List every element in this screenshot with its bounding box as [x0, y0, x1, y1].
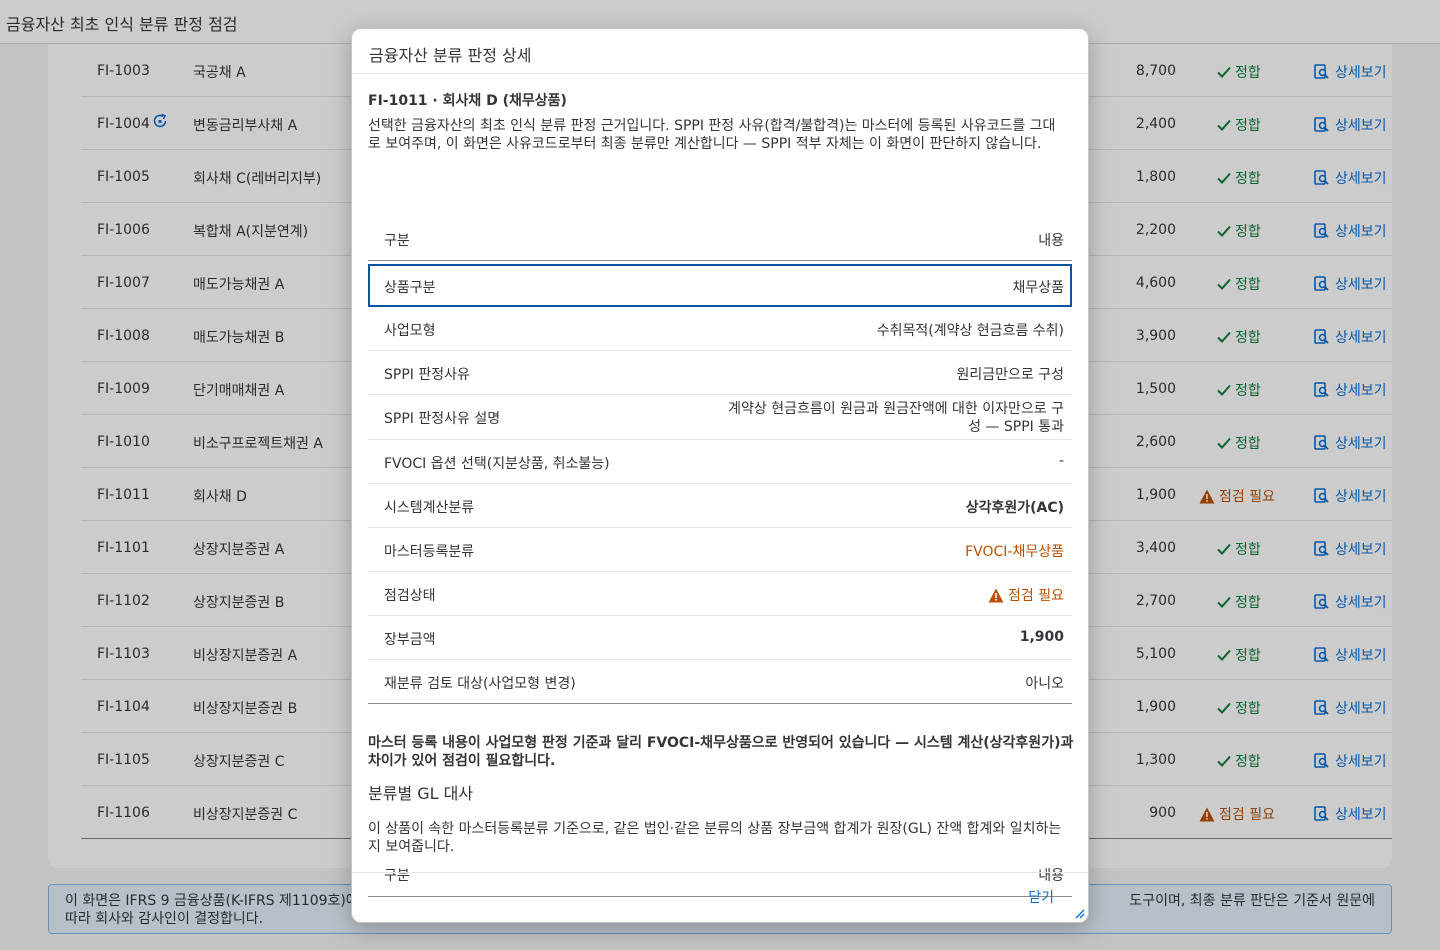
- detail-value: 수취목적(계약상 현금흐름 수취): [876, 323, 1064, 339]
- detail-row-product-type[interactable]: 상품구분 채무상품: [368, 264, 1072, 307]
- detail-header-value: 내용: [1038, 233, 1064, 249]
- detail-value: 상각후원가(AC): [965, 500, 1064, 516]
- dialog-title: 금융자산 분류 판정 상세: [369, 46, 532, 65]
- detail-key: SPPI 판정사유: [384, 367, 470, 383]
- dialog-footer: 닫기: [352, 872, 1088, 922]
- detail-value: 계약상 현금흐름이 원금과 원금잔액에 대한 이자만으로 구성 — SPPI 통…: [728, 401, 1064, 435]
- dialog-body[interactable]: FI-1011 · 회사채 D (채무상품) 선택한 금융자산의 최초 인식 분…: [352, 74, 1088, 902]
- mismatch-note: 마스터 등록 내용이 사업모형 판정 기준과 달리 FVOCI-채무상품으로 반…: [368, 735, 1074, 769]
- detail-row-business-model[interactable]: 사업모형 수취목적(계약상 현금흐름 수취): [368, 307, 1072, 351]
- detail-table: 구분 내용 상품구분 채무상품 사업모형 수취목적(계약상 현금흐름 수취) S…: [368, 217, 1072, 704]
- detail-key: 사업모형: [384, 323, 436, 339]
- detail-row-reclass-target[interactable]: 재분류 검토 대상(사업모형 변경) 아니오: [368, 660, 1072, 704]
- detail-value: FVOCI-채무상품: [965, 544, 1064, 560]
- detail-value: -: [1058, 453, 1064, 469]
- detail-row-check-status[interactable]: 점검상태 점검 필요: [368, 572, 1072, 616]
- gl-reconciliation-description: 이 상품이 속한 마스터등록분류 기준으로, 같은 법인·같은 분류의 상품 장…: [368, 821, 1062, 855]
- resize-grip-icon[interactable]: [1073, 907, 1085, 919]
- section-title: FI-1011 · 회사채 D (채무상품): [368, 93, 567, 109]
- status-text: 점검 필요: [1008, 588, 1064, 604]
- detail-value: 아니오: [1025, 676, 1064, 692]
- detail-key: 상품구분: [384, 280, 436, 296]
- detail-row-master-class[interactable]: 마스터등록분류 FVOCI-채무상품: [368, 528, 1072, 572]
- detail-value: 채무상품: [1012, 280, 1064, 296]
- detail-row-fvoci-option[interactable]: FVOCI 옵션 선택(지분상품, 취소불능) -: [368, 440, 1072, 484]
- detail-key: 재분류 검토 대상(사업모형 변경): [384, 676, 576, 692]
- detail-value: 1,900: [1019, 629, 1064, 645]
- detail-table-header: 구분 내용: [368, 217, 1072, 261]
- detail-key: FVOCI 옵션 선택(지분상품, 취소불능): [384, 456, 610, 472]
- detail-value: 원리금만으로 구성: [956, 367, 1065, 383]
- detail-row-system-class[interactable]: 시스템계산분류 상각후원가(AC): [368, 484, 1072, 528]
- classification-detail-dialog: 금융자산 분류 판정 상세 FI-1011 · 회사채 D (채무상품) 선택한…: [351, 28, 1089, 923]
- detail-row-sppi-desc[interactable]: SPPI 판정사유 설명 계약상 현금흐름이 원금과 원금잔액에 대한 이자만으…: [368, 395, 1072, 440]
- section-description: 선택한 금융자산의 최초 인식 분류 판정 근거입니다. SPPI 판정 사유(…: [368, 118, 1056, 152]
- detail-key: SPPI 판정사유 설명: [384, 411, 501, 427]
- detail-row-book-amount[interactable]: 장부금액 1,900: [368, 616, 1072, 660]
- detail-key: 장부금액: [384, 632, 436, 648]
- close-button[interactable]: 닫기: [1028, 887, 1054, 907]
- detail-value-status: 점검 필요: [988, 585, 1064, 605]
- detail-header-key: 구분: [384, 233, 410, 249]
- detail-key: 점검상태: [384, 588, 436, 604]
- detail-key: 마스터등록분류: [384, 544, 475, 560]
- dialog-header: 금융자산 분류 판정 상세: [352, 29, 1088, 74]
- detail-row-sppi-reason[interactable]: SPPI 판정사유 원리금만으로 구성: [368, 351, 1072, 395]
- warning-icon: [988, 588, 1004, 602]
- gl-reconciliation-title: 분류별 GL 대사: [368, 784, 474, 803]
- detail-key: 시스템계산분류: [384, 500, 475, 516]
